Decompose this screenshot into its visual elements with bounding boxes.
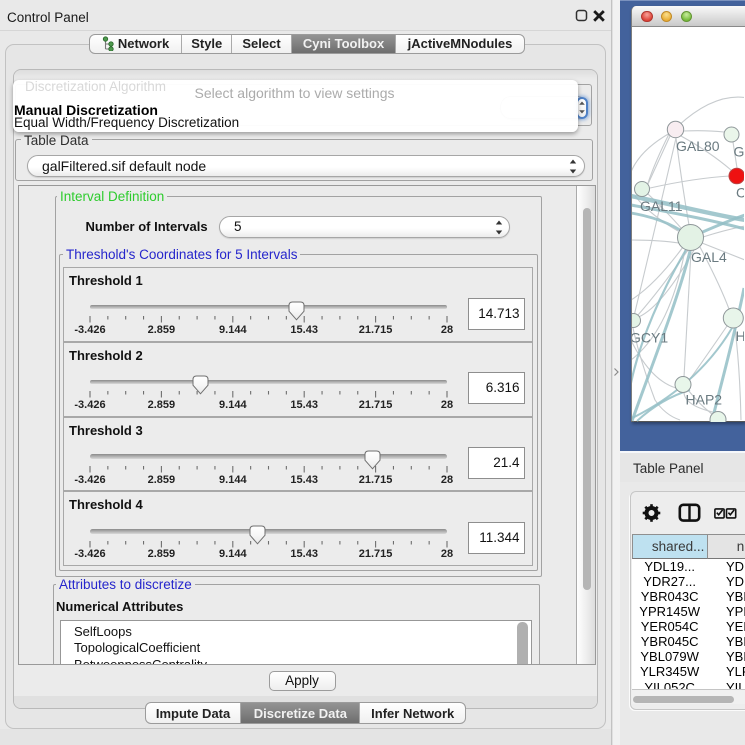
- svg-text:H: H: [736, 328, 745, 344]
- svg-text:GA: GA: [734, 144, 745, 160]
- svg-text:GAL4: GAL4: [691, 249, 727, 265]
- svg-text:GAL11: GAL11: [640, 198, 683, 214]
- svg-text:GCY1: GCY1: [632, 330, 668, 346]
- svg-text:HAP2: HAP2: [686, 392, 723, 408]
- svg-text:C: C: [736, 185, 744, 201]
- svg-text:GAL80: GAL80: [676, 138, 720, 154]
